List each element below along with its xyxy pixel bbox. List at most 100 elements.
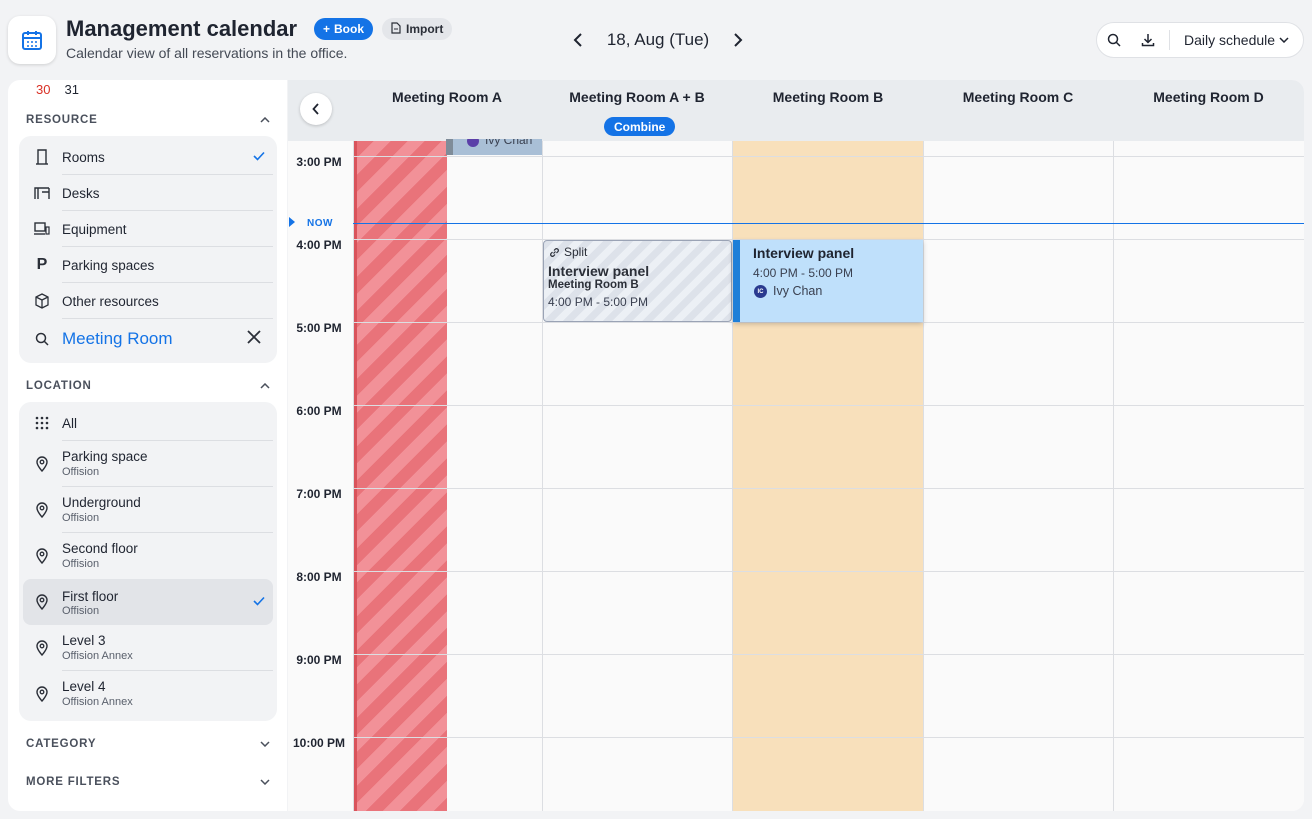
clear-search-icon[interactable] — [247, 329, 261, 349]
location-section-header[interactable]: LOCATION — [26, 380, 270, 392]
time-label: 9:00 PM — [296, 653, 342, 667]
resource-section-header[interactable]: RESOURCE — [26, 114, 270, 126]
combine-badge[interactable]: Combine — [604, 117, 676, 136]
resource-search-input[interactable]: Meeting Room — [62, 329, 173, 349]
time-label: 6:00 PM — [296, 404, 342, 418]
location-pin-icon — [32, 684, 52, 704]
filter-sidebar: 30 31 RESOURCE Rooms Desks Equipment P P… — [8, 80, 287, 811]
resource-item-parking[interactable]: P Parking spaces — [19, 247, 273, 283]
resource-search-row[interactable]: Meeting Room — [19, 319, 273, 359]
file-icon — [391, 21, 401, 37]
event-time: 4:00 PM - 5:00 PM — [753, 266, 854, 280]
resource-item-label: Rooms — [62, 149, 105, 165]
location-item-level-4[interactable]: Level 4 Offision Annex — [19, 671, 273, 717]
column-line — [1113, 141, 1114, 811]
schedule-view-label: Daily schedule — [1184, 32, 1276, 48]
chevron-right-icon — [734, 33, 743, 47]
book-button-label: Book — [334, 22, 365, 36]
import-button[interactable]: Import — [382, 18, 453, 40]
event-time: 4:00 PM - 5:00 PM — [548, 295, 649, 309]
location-item-all[interactable]: All — [19, 405, 273, 441]
hour-line — [353, 156, 1304, 157]
time-label: 5:00 PM — [296, 321, 342, 335]
calendar-view: Meeting Room A Meeting Room A + B Meetin… — [288, 80, 1304, 811]
event-title: Interview panel — [548, 263, 650, 279]
link-icon — [550, 247, 559, 257]
calendar-app-icon — [8, 16, 56, 64]
plus-icon: + — [323, 22, 331, 36]
location-item-parking-space[interactable]: Parking space Offision — [19, 441, 273, 487]
resource-item-desks[interactable]: Desks — [19, 175, 273, 211]
room-header-b[interactable]: Meeting Room B — [733, 89, 923, 109]
location-item-underground[interactable]: Underground Offision — [19, 487, 273, 533]
book-button[interactable]: + Book — [314, 18, 374, 40]
location-item-label: Parking space — [62, 449, 148, 464]
location-pin-icon — [32, 638, 52, 658]
more-filters-section-header[interactable]: MORE FILTERS — [26, 776, 270, 788]
resource-item-label: Desks — [62, 185, 100, 201]
category-section-title: CATEGORY — [26, 738, 97, 750]
location-panel: All Parking space Offision Underground O… — [19, 402, 277, 721]
schedule-view-select[interactable]: Daily schedule — [1174, 32, 1289, 48]
column-line — [353, 141, 354, 811]
blocked-room-column — [353, 141, 447, 811]
previous-day-button[interactable] — [566, 28, 590, 52]
collapse-sidebar-button[interactable] — [300, 93, 332, 125]
chevron-left-icon — [312, 103, 319, 115]
location-item-building: Offision Annex — [62, 650, 133, 662]
next-day-button[interactable] — [726, 28, 750, 52]
previous-event[interactable]: Ivy Chan — [446, 139, 542, 155]
location-pin-icon — [32, 454, 52, 474]
resource-item-rooms[interactable]: Rooms — [19, 139, 273, 175]
room-header-d[interactable]: Meeting Room D — [1113, 89, 1304, 109]
location-item-level-3[interactable]: Level 3 Offision Annex — [19, 625, 273, 671]
location-item-label: All — [62, 415, 78, 431]
search-button[interactable] — [1097, 23, 1131, 57]
resource-item-other[interactable]: Other resources — [19, 283, 273, 319]
chevron-up-icon — [260, 383, 270, 389]
mini-calendar-days: 30 31 — [36, 82, 79, 97]
resource-item-equipment[interactable]: Equipment — [19, 211, 273, 247]
split-tag-label: Split — [564, 245, 588, 259]
now-label: NOW — [307, 218, 333, 229]
page-subtitle: Calendar view of all reservations in the… — [66, 45, 348, 61]
chevron-left-icon — [573, 33, 582, 47]
chevron-up-icon — [260, 117, 270, 123]
location-item-label: Level 3 — [62, 633, 106, 648]
time-label: 10:00 PM — [292, 736, 346, 750]
mini-calendar-day[interactable]: 31 — [64, 82, 78, 97]
location-item-label: Level 4 — [62, 679, 106, 694]
event-room: Meeting Room B — [548, 279, 639, 291]
chevron-down-icon — [260, 779, 270, 785]
location-item-label: Underground — [62, 495, 141, 510]
resource-item-label: Parking spaces — [62, 257, 155, 273]
location-item-first-floor[interactable]: First floor Offision — [23, 579, 273, 625]
room-header-c[interactable]: Meeting Room C — [923, 89, 1113, 109]
more-filters-section-title: MORE FILTERS — [26, 776, 121, 788]
resource-panel: Rooms Desks Equipment P Parking spaces O… — [19, 136, 277, 363]
time-label: 4:00 PM — [296, 238, 342, 252]
time-grid: 3:00 PM 4:00 PM 5:00 PM 6:00 PM 7:00 PM … — [288, 139, 1304, 811]
grid-icon — [32, 413, 52, 433]
checkmark-icon — [253, 148, 265, 166]
category-section-header[interactable]: CATEGORY — [26, 738, 270, 750]
page-title: Management calendar — [66, 16, 298, 41]
door-icon — [32, 147, 52, 167]
interview-panel-event[interactable]: Interview panel 4:00 PM - 5:00 PM IC Ivy… — [733, 240, 923, 322]
hour-line — [353, 322, 1304, 323]
event-title: Interview panel — [753, 245, 855, 261]
hour-line — [353, 405, 1304, 406]
time-label: 8:00 PM — [296, 570, 342, 584]
location-item-label: First floor — [62, 589, 119, 604]
chevron-down-icon — [260, 741, 270, 747]
date-navigator: 18, Aug (Tue) — [566, 28, 750, 52]
location-item-second-floor[interactable]: Second floor Offision — [19, 533, 273, 579]
current-date: 18, Aug (Tue) — [606, 30, 710, 49]
room-header-a[interactable]: Meeting Room A — [353, 89, 541, 109]
room-header-a-b[interactable]: Meeting Room A + B — [542, 89, 732, 109]
mini-calendar-day[interactable]: 30 — [36, 82, 50, 97]
split-event[interactable]: Split Interview panel Meeting Room B 4:0… — [543, 240, 732, 322]
download-button[interactable] — [1131, 23, 1165, 57]
event-person: Ivy Chan — [773, 284, 823, 298]
search-icon — [1107, 33, 1121, 47]
